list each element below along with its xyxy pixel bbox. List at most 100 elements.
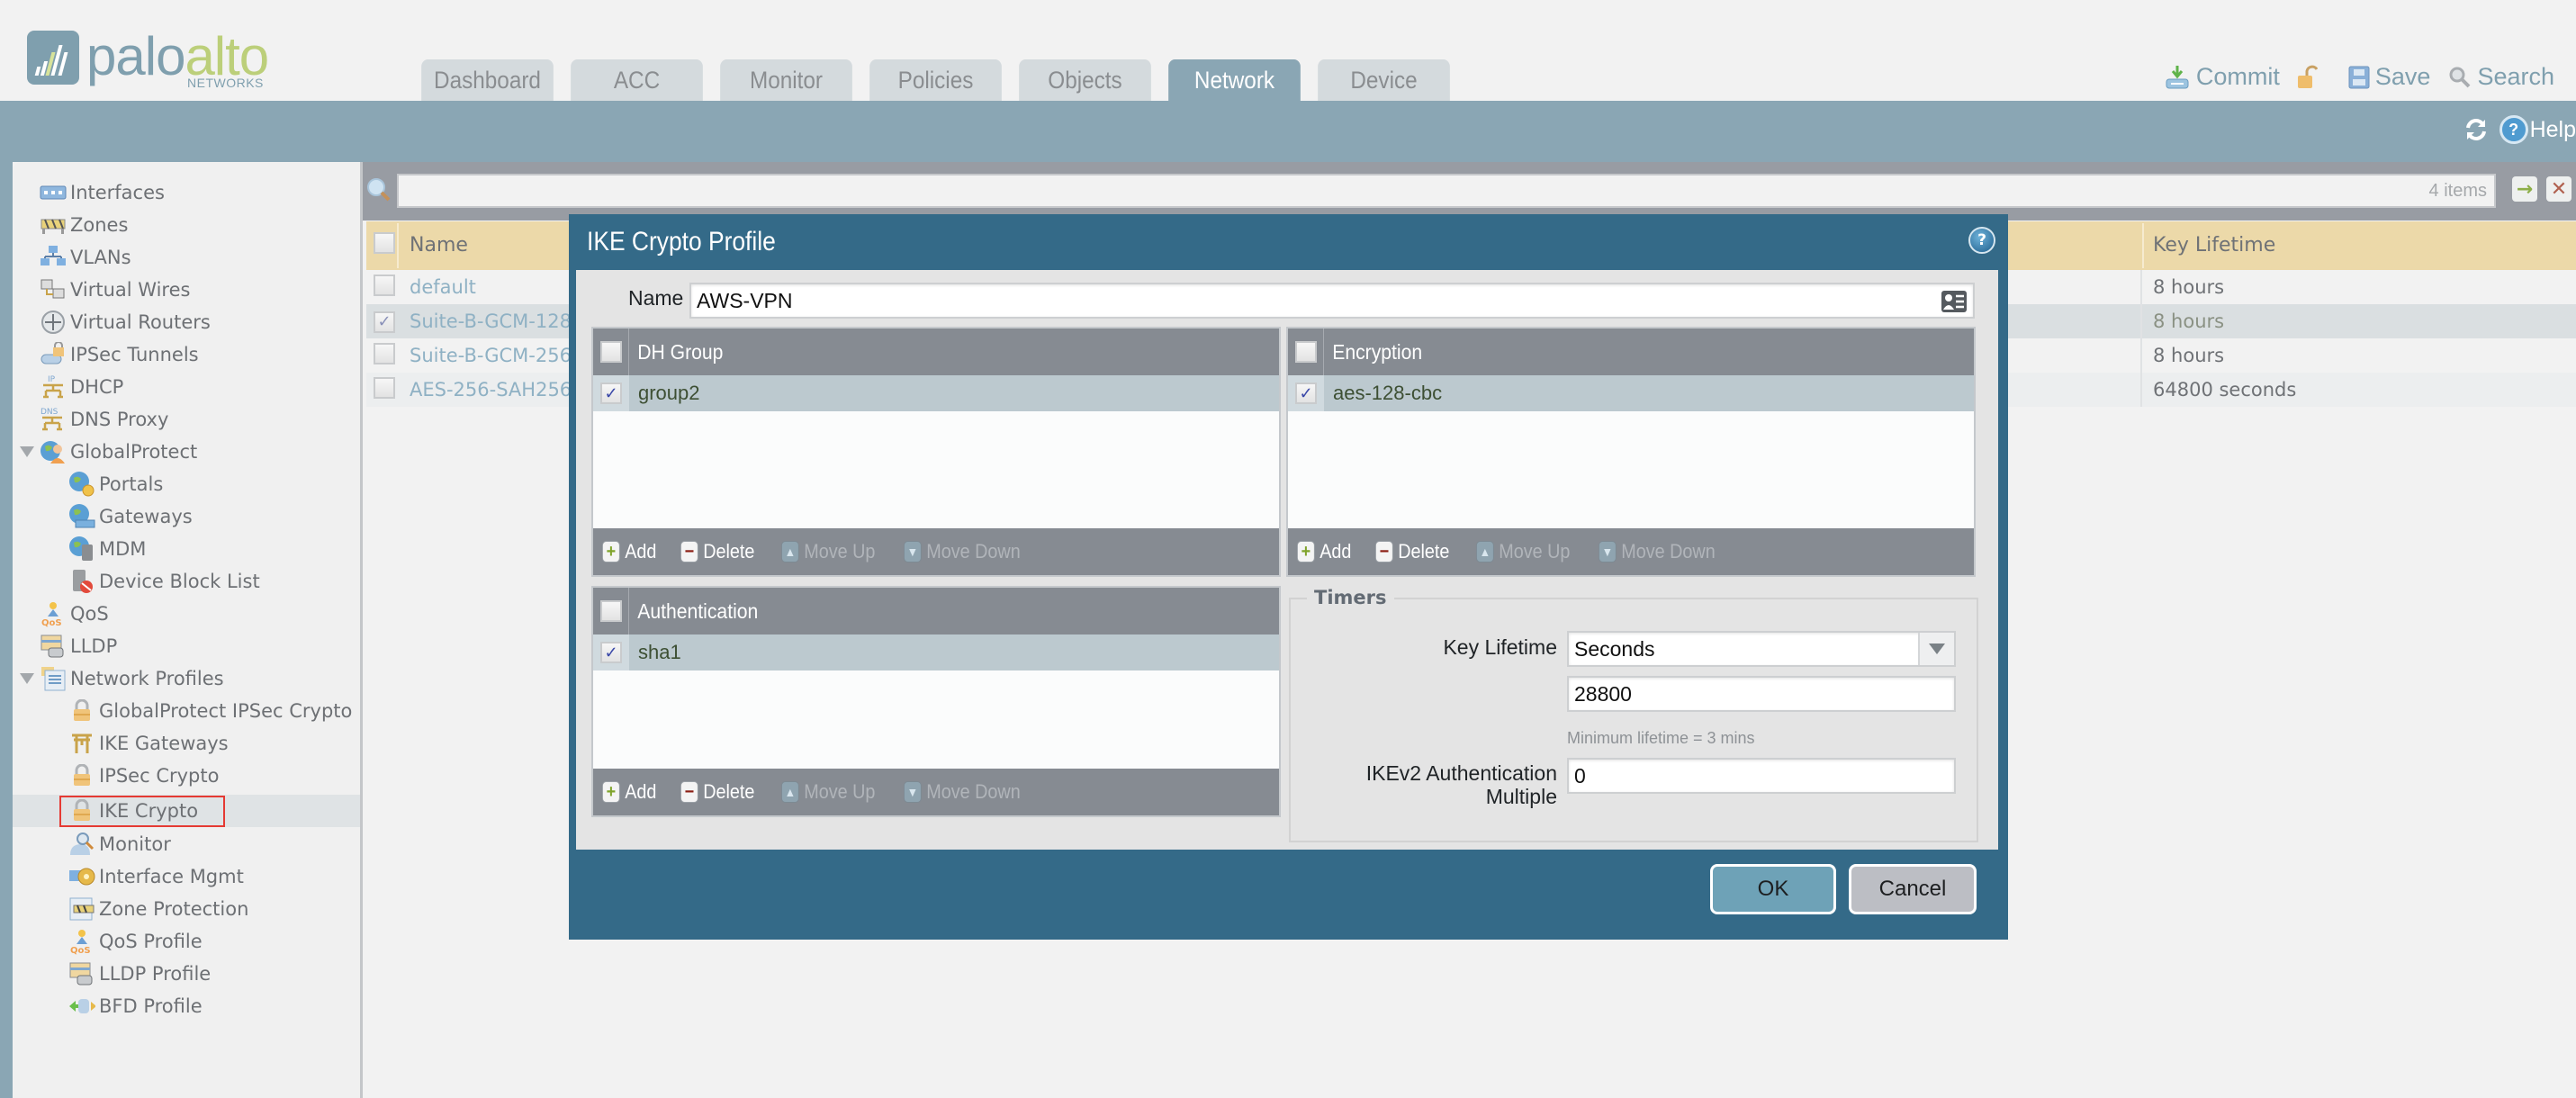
dh-group-add-button[interactable]: + Add: [602, 540, 656, 563]
device-block-list-icon: [68, 569, 95, 594]
cancel-button[interactable]: Cancel: [1849, 864, 1977, 914]
tab-policies[interactable]: Policies: [869, 59, 1002, 101]
row-name[interactable]: AES-256-SAH256-: [410, 379, 579, 400]
name-input[interactable]: AWS-VPN: [689, 283, 1975, 319]
sidebar-item-network-profiles[interactable]: Network Profiles: [40, 662, 224, 695]
dh-group-item-checkbox[interactable]: ✓: [600, 382, 622, 404]
column-header-key-lifetime[interactable]: Key Lifetime: [2153, 234, 2275, 256]
list-item[interactable]: ✓ aes-128-cbc: [1288, 375, 1974, 411]
ok-button[interactable]: OK: [1710, 864, 1836, 914]
sidebar-item-ipsec-tunnels[interactable]: IPSec Tunnels: [40, 338, 199, 371]
sidebar-item-globalprotect-ipsec-crypto[interactable]: GlobalProtect IPSec Crypto: [68, 695, 352, 727]
add-icon: +: [1297, 541, 1315, 562]
dhcp-icon: IP: [40, 374, 67, 400]
network-profiles-icon: [40, 666, 67, 691]
row-name[interactable]: default: [410, 276, 476, 298]
search-button[interactable]: Search: [2448, 63, 2554, 91]
filter-input[interactable]: 4 items: [397, 174, 2496, 208]
encryption-item-checkbox[interactable]: ✓: [1295, 382, 1317, 404]
authentication-move-down-button[interactable]: ▼ Move Down: [903, 780, 1021, 804]
sidebar-item-virtual-routers[interactable]: Virtual Routers: [40, 306, 211, 338]
sidebar-item-bfd-profile[interactable]: BFD Profile: [68, 990, 203, 1022]
network-profiles-expand-icon[interactable]: [20, 673, 34, 684]
select-all-checkbox[interactable]: [374, 232, 395, 257]
encryption-delete-button[interactable]: − Delete: [1375, 540, 1450, 563]
sidebar-item-dhcp[interactable]: IP DHCP: [40, 371, 123, 403]
encryption-add-button[interactable]: + Add: [1297, 540, 1351, 563]
sidebar-item-mdm[interactable]: MDM: [68, 533, 146, 565]
tab-dashboard[interactable]: Dashboard: [421, 59, 554, 101]
ikev2-auth-multiple-input[interactable]: 0: [1567, 758, 1956, 794]
config-lock-icon[interactable]: [2296, 65, 2318, 90]
sidebar-item-ike-gateways[interactable]: IKE Gateways: [68, 727, 229, 760]
filter-search-icon: [365, 176, 392, 203]
sidebar-item-portals[interactable]: Portals: [68, 468, 163, 500]
sidebar-item-monitor[interactable]: Monitor: [68, 828, 171, 860]
tab-network[interactable]: Network: [1168, 59, 1301, 101]
dialog-help-icon[interactable]: ?: [1968, 227, 1995, 254]
encryption-move-up-button[interactable]: ▲ Move Up: [1475, 540, 1570, 563]
sidebar-item-device-block-list[interactable]: Device Block List: [68, 565, 260, 598]
sidebar-item-vlans[interactable]: VLANs: [40, 241, 131, 274]
authentication-item-checkbox[interactable]: ✓: [600, 642, 622, 663]
clear-filter-icon[interactable]: ✕: [2546, 176, 2571, 202]
dh-group-move-up-button[interactable]: ▲ Move Up: [780, 540, 875, 563]
sidebar-item-ipsec-crypto[interactable]: IPSec Crypto: [68, 760, 219, 792]
sidebar-item-qos[interactable]: QoS QoS: [40, 598, 109, 630]
dh-group-move-down-button[interactable]: ▼ Move Down: [903, 540, 1021, 563]
sidebar-item-lldp-profile[interactable]: LLDP Profile: [68, 958, 211, 990]
authentication-select-all-checkbox[interactable]: [599, 600, 622, 622]
list-item[interactable]: ✓ sha1: [593, 634, 1279, 670]
encryption-select-all-checkbox[interactable]: [1294, 341, 1317, 363]
sidebar-item-virtual-wires[interactable]: Virtual Wires: [40, 274, 190, 306]
encryption-move-down-button[interactable]: ▼ Move Down: [1598, 540, 1716, 563]
row-checkbox[interactable]: [374, 274, 395, 301]
authentication-move-up-button[interactable]: ▲ Move Up: [780, 780, 875, 804]
help-button[interactable]: ? Help: [2499, 115, 2576, 144]
move-up-icon: ▲: [1475, 541, 1494, 562]
sidebar-item-lldp[interactable]: LLDP: [40, 630, 117, 662]
chevron-down-icon[interactable]: [1918, 633, 1954, 665]
move-up-icon: ▲: [780, 781, 799, 803]
dns-proxy-icon: DNS: [40, 407, 67, 432]
sidebar-item-globalprotect[interactable]: GlobalProtect: [40, 436, 197, 468]
commit-button[interactable]: Commit: [2164, 63, 2280, 91]
globalprotect-expand-icon[interactable]: [20, 446, 34, 457]
sidebar-item-dns-proxy[interactable]: DNS DNS Proxy: [40, 403, 168, 436]
sidebar-item-zone-protection[interactable]: Zone Protection: [68, 893, 248, 925]
ikev2-auth-multiple-label: IKEv2 Authentication Multiple: [1365, 761, 1557, 808]
add-icon: +: [602, 781, 620, 803]
save-button[interactable]: Save: [2348, 63, 2430, 91]
sidebar-item-gateways[interactable]: Gateways: [68, 500, 193, 533]
tab-acc[interactable]: ACC: [571, 59, 703, 101]
ipsec-tunnels-icon: [40, 342, 67, 367]
dh-group-select-all-checkbox[interactable]: [599, 341, 622, 363]
key-lifetime-unit-select[interactable]: Seconds: [1567, 631, 1956, 667]
tab-monitor[interactable]: Monitor: [720, 59, 852, 101]
encryption-actions: + Add − Delete ▲ Move Up ▼ Move Down: [1288, 528, 1974, 575]
row-name[interactable]: Suite-B-GCM-128: [410, 310, 572, 332]
sidebar-item-interfaces[interactable]: Interfaces: [40, 176, 165, 209]
column-header-name[interactable]: Name: [410, 234, 468, 256]
vlans-icon: [40, 245, 67, 270]
logo-mark-icon: [27, 31, 79, 85]
dh-group-delete-button[interactable]: − Delete: [680, 540, 755, 563]
row-checkbox[interactable]: [374, 376, 395, 403]
search-icon: [2448, 66, 2472, 89]
row-checkbox[interactable]: ✓: [374, 310, 395, 333]
tab-device[interactable]: Device: [1318, 59, 1450, 101]
virtual-wires-icon: [40, 277, 67, 302]
address-book-icon[interactable]: [1941, 290, 1968, 313]
refresh-icon[interactable]: [2463, 117, 2489, 142]
key-lifetime-value-input[interactable]: 28800: [1567, 676, 1956, 712]
tab-objects[interactable]: Objects: [1019, 59, 1151, 101]
sidebar-item-zones[interactable]: Zones: [40, 209, 128, 241]
authentication-add-button[interactable]: + Add: [602, 780, 656, 804]
row-checkbox[interactable]: [374, 342, 395, 369]
list-item[interactable]: ✓ group2: [593, 375, 1279, 411]
apply-filter-icon[interactable]: →: [2512, 176, 2537, 202]
sidebar-item-qos-profile[interactable]: QoS QoS Profile: [68, 925, 203, 958]
row-name[interactable]: Suite-B-GCM-256: [410, 345, 572, 366]
sidebar-item-interface-mgmt[interactable]: Interface Mgmt: [68, 860, 244, 893]
authentication-delete-button[interactable]: − Delete: [680, 780, 755, 804]
